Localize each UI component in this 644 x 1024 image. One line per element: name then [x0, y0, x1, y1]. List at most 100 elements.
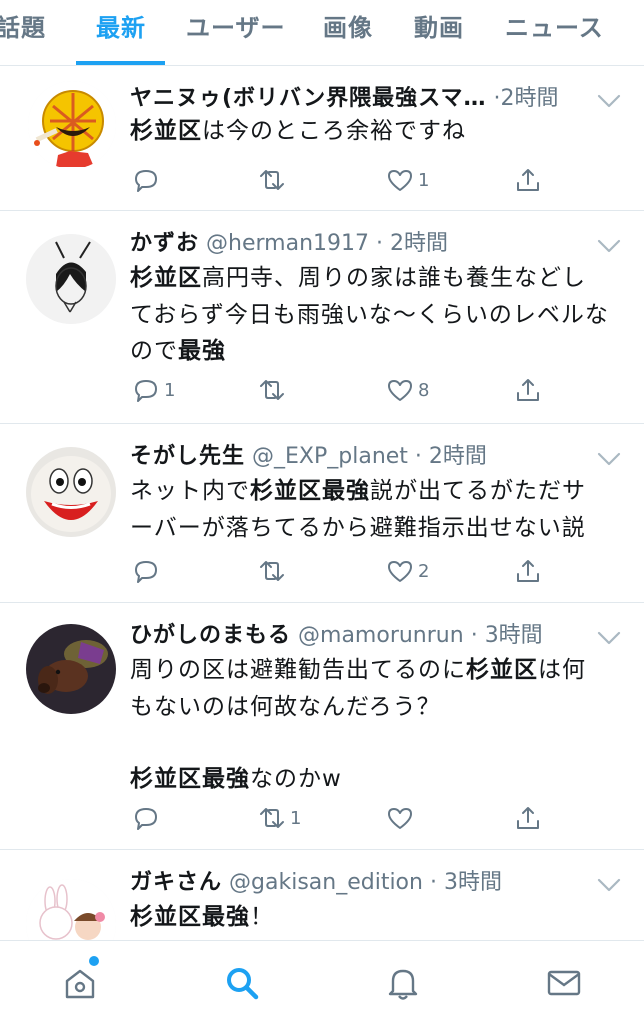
tweet-actions: 1 8 [0, 372, 644, 408]
reply-icon [132, 376, 160, 404]
like-count: 2 [418, 560, 430, 582]
search-term-highlight: 杉並区 [130, 265, 202, 291]
bottom-navigation [0, 940, 644, 1024]
tweet[interactable]: かずお @herman1917 · 2時間 杉並区高円寺、周りの家は誰も養生など… [0, 212, 644, 424]
timestamp[interactable]: 2時間 [429, 444, 487, 469]
tab-users[interactable]: ユーザー [186, 10, 286, 46]
share-button[interactable] [514, 800, 542, 836]
tweet-body: 杉並区最強！ [130, 899, 620, 936]
tweet-text-line: ので最強 [130, 333, 620, 370]
tab-topics[interactable]: 話題 [0, 10, 46, 46]
tweet[interactable]: ヤニヌゥ(ボリバン界隈最強スマ… ·2時間 杉並区は今のところ余裕ですね 1 [0, 67, 644, 211]
like-button[interactable]: 1 [386, 162, 429, 198]
tab-videos[interactable]: 動画 [414, 10, 464, 46]
reply-button[interactable]: 1 [132, 372, 175, 408]
tab-news[interactable]: ニュース [505, 10, 604, 46]
share-icon [514, 166, 542, 194]
search-term-highlight: 杉並区最強 [130, 766, 250, 792]
app-root: 話題 最新 ユーザー 画像 動画 ニュース ヤニヌゥ(ボリバン界隈最強スマ… ·… [0, 0, 644, 1024]
tweet[interactable]: そがし先生 @_EXP_planet · 2時間 ネット内で杉並区最強説が出てる… [0, 425, 644, 603]
chevron-down-icon[interactable] [596, 630, 622, 646]
tweet-text: ーバーが落ちてるから避難指示出せない説 [130, 514, 586, 541]
like-button[interactable] [386, 800, 418, 836]
author-handle[interactable]: @herman1917 [206, 231, 369, 256]
chevron-down-icon[interactable] [596, 238, 622, 254]
timestamp[interactable]: 2時間 [501, 86, 559, 111]
chevron-down-icon[interactable] [596, 93, 622, 109]
heart-icon [386, 376, 414, 404]
tweet-text: ネット内で [130, 478, 250, 504]
bell-icon[interactable] [383, 963, 423, 1003]
search-term-highlight: 杉並区最強 [130, 904, 250, 930]
tweet-text: もないのは何故なんだろう？ [130, 693, 441, 720]
tweet-text: ！ [250, 904, 274, 930]
heart-icon [386, 557, 414, 585]
reply-button[interactable] [132, 553, 164, 589]
retweet-button[interactable]: 1 [258, 800, 301, 836]
tweet-actions: 1 [0, 800, 644, 836]
tweet-text: 説が出てるがただサ [370, 478, 586, 504]
timestamp[interactable]: 2時間 [390, 231, 448, 256]
active-tab-indicator [76, 61, 165, 65]
reply-button[interactable] [132, 800, 164, 836]
tweet-body: 杉並区高円寺、周りの家は誰も養生などし ておらず今日も雨強いな〜くらいのレベルなの… [130, 260, 620, 370]
share-button[interactable] [514, 553, 542, 589]
search-term-highlight: 杉並区最強 [250, 478, 370, 504]
like-button[interactable]: 2 [386, 553, 429, 589]
dog-photo-avatar-icon[interactable] [26, 624, 116, 714]
retweet-icon [258, 557, 286, 585]
share-button[interactable] [514, 372, 542, 408]
tweet-actions: 2 [0, 553, 644, 589]
mail-icon[interactable] [544, 963, 584, 1003]
retweet-button[interactable] [258, 553, 290, 589]
sketch-avatar-icon[interactable] [26, 234, 116, 324]
search-term-highlight: 杉並区 [466, 657, 538, 683]
author-name[interactable]: ヤニヌゥ(ボリバン界隈最強スマ… [130, 86, 487, 111]
tweet-text: ので [130, 338, 178, 364]
retweet-icon [258, 376, 286, 404]
tweet-body: ネット内で杉並区最強説が出てるがただサーバーが落ちてるから避難指示出せない説 [130, 473, 620, 546]
share-button[interactable] [514, 162, 542, 198]
tweet-text: は今のところ余裕ですね [202, 118, 466, 144]
tweet-text: 周りの区は避難勧告出てるのに [130, 657, 466, 683]
timestamp[interactable]: 3時間 [485, 623, 543, 648]
retweet-count: 1 [290, 807, 302, 829]
retweet-icon [258, 166, 286, 194]
share-icon [514, 557, 542, 585]
search-icon[interactable] [222, 963, 262, 1003]
tweet-actions: 1 [0, 162, 644, 198]
reply-button[interactable] [132, 162, 164, 198]
heart-icon [386, 804, 414, 832]
tab-latest[interactable]: 最新 [96, 10, 146, 46]
tweet[interactable]: ひがしのまもる @mamorunrun · 3時間 周りの区は避難勧告出てるのに… [0, 604, 644, 850]
author-name[interactable]: そがし先生 [130, 444, 245, 469]
separator-dot: · [470, 623, 478, 648]
tab-images[interactable]: 画像 [323, 10, 373, 46]
retweet-button[interactable] [258, 372, 290, 408]
notification-dot [89, 956, 99, 966]
cartoon-avatar-icon[interactable] [28, 81, 116, 169]
tweet-text: 高円寺、周りの家は誰も養生などし [202, 265, 586, 291]
retweet-button[interactable] [258, 162, 290, 198]
like-count: 8 [418, 379, 430, 401]
chevron-down-icon[interactable] [596, 877, 622, 893]
author-name[interactable]: ガキさん [130, 870, 222, 895]
author-handle[interactable]: @_EXP_planet [252, 444, 408, 469]
chevron-down-icon[interactable] [596, 451, 622, 467]
reply-icon [132, 166, 160, 194]
author-name[interactable]: かずお [130, 231, 199, 256]
search-term-highlight: 杉並区 [130, 118, 202, 144]
tweet-text-line: ネット内で杉並区最強説が出てるがただサ [130, 473, 620, 510]
home-icon[interactable] [60, 963, 100, 1003]
like-button[interactable]: 8 [386, 372, 429, 408]
tweet-text: は何 [538, 657, 586, 683]
timestamp[interactable]: 3時間 [444, 870, 502, 895]
author-handle[interactable]: @gakisan_edition [229, 870, 423, 895]
separator-dot: · [429, 870, 437, 895]
tweet-text-line: 杉並区最強なのかw [130, 761, 620, 798]
author-handle[interactable]: @mamorunrun [298, 623, 464, 648]
author-name[interactable]: ひがしのまもる [130, 623, 291, 648]
tweet-header: ヤニヌゥ(ボリバン界隈最強スマ… ·2時間 [130, 81, 600, 117]
smiley-face-avatar-icon[interactable] [26, 447, 116, 537]
tweet-header: ひがしのまもる @mamorunrun · 3時間 [130, 618, 600, 654]
